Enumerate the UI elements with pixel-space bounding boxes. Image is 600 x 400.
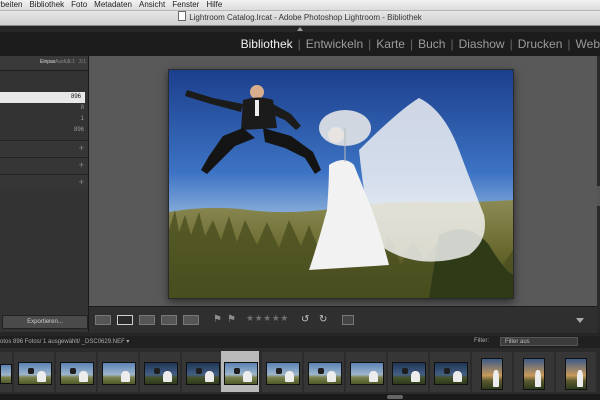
window-title: Lightroom Catalog.lrcat - Adobe Photosho…	[189, 13, 422, 22]
filmstrip-cell[interactable]	[514, 352, 554, 392]
grid-view-button[interactable]	[95, 315, 111, 325]
filmstrip-cell[interactable]	[304, 352, 344, 392]
mac-menubar: rbeiten Bibliothek Foto Metadaten Ansich…	[0, 0, 600, 11]
module-bibliothek[interactable]: Bibliothek	[241, 37, 293, 51]
zoom-fill-tab[interactable]: Ausfül	[55, 59, 69, 65]
crop-overlay-icon[interactable]	[342, 315, 354, 325]
thumbnail-image	[102, 362, 136, 385]
filmstrip-cell-selected[interactable]	[221, 351, 259, 392]
module-drucken[interactable]: Drucken	[518, 37, 563, 51]
module-diashow[interactable]: Diashow	[459, 37, 505, 51]
filmstrip-scrollbar[interactable]	[0, 394, 600, 400]
thumbnail-image	[308, 362, 342, 385]
thumbnail-image	[434, 362, 468, 385]
module-separator: |	[368, 37, 372, 51]
filmstrip-source-info[interactable]: otos 896 Fotos/ 1 ausgewählt/ _DSC0629.N…	[0, 338, 129, 345]
catalog-item-added[interactable]: 896	[0, 125, 88, 136]
zoom-fit-tab[interactable]: Einpas	[40, 59, 55, 65]
thumbnail-image	[186, 362, 220, 385]
filmstrip-cell[interactable]	[346, 352, 386, 392]
filmstrip-cell[interactable]	[98, 352, 138, 392]
module-separator: |	[567, 37, 571, 51]
main-photo	[168, 69, 514, 299]
filmstrip-cell[interactable]	[14, 352, 54, 392]
thumbnail-image	[523, 358, 545, 390]
rotate-left-icon[interactable]: ↺	[301, 314, 309, 326]
thumbnail-image	[60, 362, 94, 385]
thumbnail-image	[481, 358, 503, 390]
module-entwickeln[interactable]: Entwickeln	[306, 37, 363, 51]
thumbnail-image	[266, 362, 300, 385]
filmstrip-scroll-thumb[interactable]	[387, 395, 403, 399]
export-button[interactable]: Exportieren...	[2, 315, 88, 329]
filmstrip-cell[interactable]	[556, 352, 596, 392]
thumbnail-image	[18, 362, 52, 385]
add-folder-icon[interactable]: +	[79, 143, 84, 153]
filmstrip-cell[interactable]	[182, 352, 222, 392]
star-rating[interactable]: ★★★★★	[246, 313, 289, 324]
thumbnail-image	[565, 358, 587, 390]
module-karte[interactable]: Karte	[376, 37, 405, 51]
zoom-3to1-tab[interactable]: 3:1	[79, 59, 86, 65]
filmstrip-cell[interactable]	[0, 352, 12, 392]
menu-item-hilfe[interactable]: Hilfe	[206, 0, 222, 10]
document-icon	[178, 11, 187, 21]
catalog-item-all-photos[interactable]: 896	[0, 92, 85, 103]
collections-section[interactable]: +	[0, 157, 88, 174]
library-toolbar: ⚑ ⚑ ★★★★★ ↺ ↻	[89, 306, 597, 333]
menu-item-ansicht[interactable]: Ansicht	[139, 0, 165, 10]
filmstrip-cell[interactable]	[388, 352, 428, 392]
thumbnail-image	[0, 364, 12, 384]
rotate-right-icon[interactable]: ↻	[319, 314, 327, 326]
module-separator: |	[409, 37, 414, 51]
loupe-view[interactable]	[89, 56, 597, 306]
filmstrip-cell[interactable]	[56, 352, 96, 392]
add-collection-icon[interactable]: +	[79, 160, 84, 170]
module-picker: Bibliothek | Entwickeln | Karte | Buch |…	[241, 32, 600, 56]
filter-dropdown[interactable]: Filter aus	[500, 337, 578, 346]
catalog-item-quick-collection[interactable]: 8	[0, 103, 88, 114]
menu-item-metadaten[interactable]: Metadaten	[94, 0, 132, 10]
catalog-item-previous-import[interactable]: 1	[0, 114, 88, 125]
module-separator: |	[297, 37, 301, 51]
thumbnail-image	[392, 362, 426, 385]
add-publish-service-icon[interactable]: +	[79, 177, 84, 187]
left-panel: Einpas Ausfül 1:1 3:1 896 8 1 896 + + + …	[0, 56, 89, 332]
filmstrip-cell[interactable]	[472, 352, 512, 392]
survey-view-button[interactable]	[161, 315, 177, 325]
menu-item-bearbeiten[interactable]: rbeiten	[0, 0, 22, 10]
wedding-photo-image	[169, 70, 513, 298]
people-view-button[interactable]	[183, 315, 199, 325]
module-buch[interactable]: Buch	[418, 37, 445, 51]
thumbnail-image	[144, 362, 178, 385]
filmstrip-cell[interactable]	[430, 352, 470, 392]
compare-view-button[interactable]	[139, 315, 155, 325]
folders-section[interactable]: +	[0, 140, 88, 157]
menu-item-foto[interactable]: Foto	[71, 0, 87, 10]
navigator-header: Einpas Ausfül 1:1 3:1	[0, 56, 88, 71]
toolbar-options-chevron-icon[interactable]	[576, 318, 584, 323]
filmstrip-cell[interactable]	[140, 352, 180, 392]
module-web[interactable]: Web	[576, 37, 600, 51]
filmstrip-cell[interactable]	[262, 352, 302, 392]
loupe-view-button[interactable]	[117, 315, 133, 325]
window-titlebar: Lightroom Catalog.lrcat - Adobe Photosho…	[0, 11, 600, 26]
filmstrip	[0, 348, 600, 394]
zoom-1to1-tab[interactable]: 1:1	[68, 59, 75, 65]
publish-services-section[interactable]: +	[0, 174, 88, 191]
catalog-list: 896 8 1 896	[0, 92, 88, 136]
menu-item-bibliothek[interactable]: Bibliothek	[29, 0, 64, 10]
module-separator: |	[509, 37, 513, 51]
filter-label: Filter:	[474, 338, 489, 344]
module-separator: |	[450, 37, 454, 51]
pick-flag-icon[interactable]: ⚑	[213, 314, 222, 326]
reject-flag-icon[interactable]: ⚑	[227, 314, 236, 326]
show-top-panel-arrow-icon[interactable]	[297, 27, 303, 31]
menu-item-fenster[interactable]: Fenster	[172, 0, 199, 10]
filmstrip-header: otos 896 Fotos/ 1 ausgewählt/ _DSC0629.N…	[0, 336, 600, 348]
thumbnail-image	[224, 362, 258, 385]
thumbnail-image	[350, 362, 384, 385]
